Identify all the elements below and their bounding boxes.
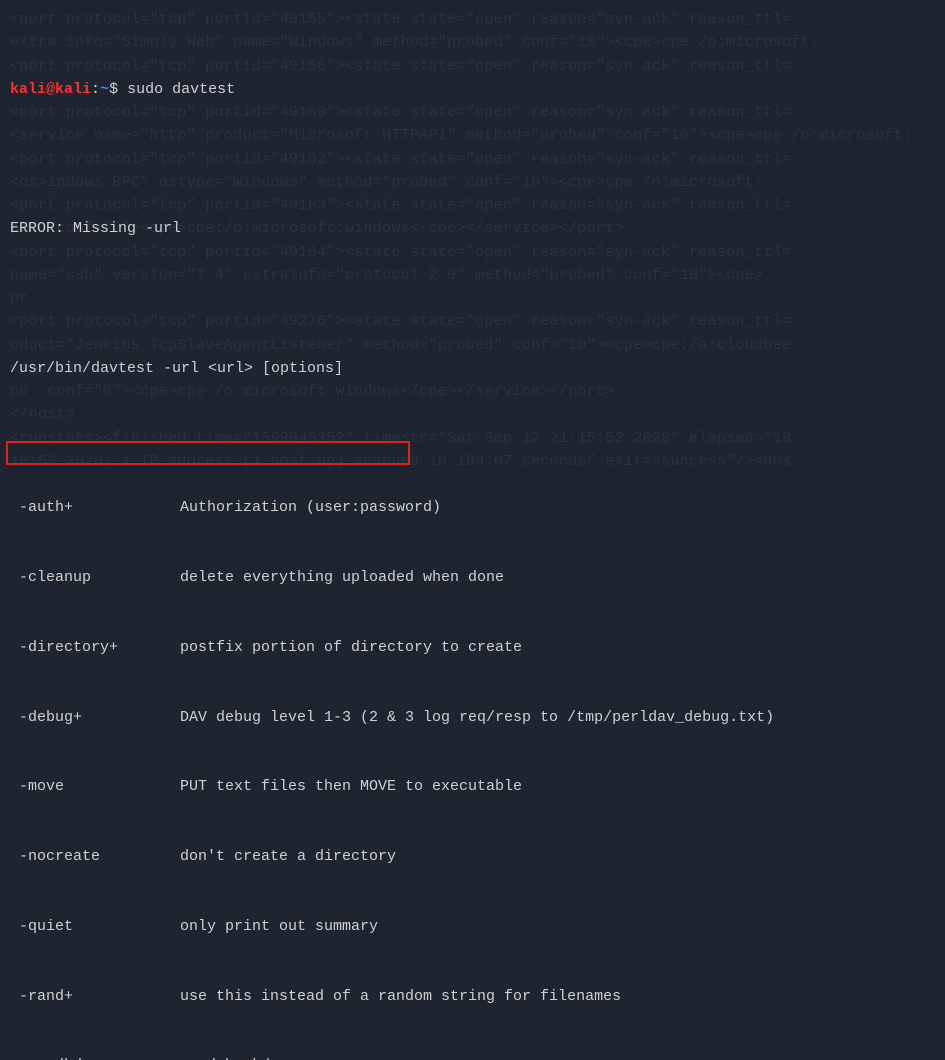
terminal-output: kali@kali:~$ sudo davtest ERROR: Missing… [10, 8, 935, 1060]
option-flag: -sendbd+ [10, 1054, 180, 1060]
option-flag: -directory+ [10, 636, 180, 659]
option-desc: DAV debug level 1-3 (2 & 3 log req/resp … [180, 706, 774, 729]
blank-line [10, 427, 935, 450]
option-row: -movePUT text files then MOVE to executa… [10, 775, 935, 798]
option-desc: postfix portion of directory to create [180, 636, 522, 659]
blank-line [10, 287, 935, 310]
option-desc: delete everything uploaded when done [180, 566, 504, 589]
option-flag: -cleanup [10, 566, 180, 589]
option-row: -rand+use this instead of a random strin… [10, 985, 935, 1008]
option-desc: send backdoors: [180, 1054, 315, 1060]
prompt-host: kali [55, 81, 91, 98]
prompt-line[interactable]: kali@kali:~$ sudo davtest [10, 55, 935, 102]
option-flag: -nocreate [10, 845, 180, 868]
blank-line [10, 148, 935, 171]
option-row: -debug+DAV debug level 1-3 (2 & 3 log re… [10, 706, 935, 729]
error-line: ERROR: Missing -url [10, 217, 935, 240]
option-row: -auth+Authorization (user:password) [10, 496, 935, 519]
prompt-colon: : [91, 81, 100, 98]
option-flag: -move [10, 775, 180, 798]
option-desc: use this instead of a random string for … [180, 985, 621, 1008]
option-flag: -debug+ [10, 706, 180, 729]
option-desc: PUT text files then MOVE to executable [180, 775, 522, 798]
option-desc: Authorization (user:password) [180, 496, 441, 519]
prompt-path: ~ [100, 81, 109, 98]
option-row: -directory+postfix portion of directory … [10, 636, 935, 659]
option-flag: -quiet [10, 915, 180, 938]
prompt-at: @ [46, 81, 55, 98]
usage-line: /usr/bin/davtest -url <url> [options] [10, 357, 935, 380]
option-desc: only print out summary [180, 915, 378, 938]
prompt-user: kali [10, 81, 46, 98]
option-flag: -auth+ [10, 496, 180, 519]
command-text: sudo davtest [118, 81, 235, 98]
option-row: -cleanupdelete everything uploaded when … [10, 566, 935, 589]
option-row: -quietonly print out summary [10, 915, 935, 938]
option-row: -sendbd+send backdoors: [10, 1054, 935, 1060]
option-row: -nocreatedon't create a directory [10, 845, 935, 868]
prompt-dollar: $ [109, 81, 118, 98]
option-desc: don't create a directory [180, 845, 396, 868]
option-flag: -rand+ [10, 985, 180, 1008]
